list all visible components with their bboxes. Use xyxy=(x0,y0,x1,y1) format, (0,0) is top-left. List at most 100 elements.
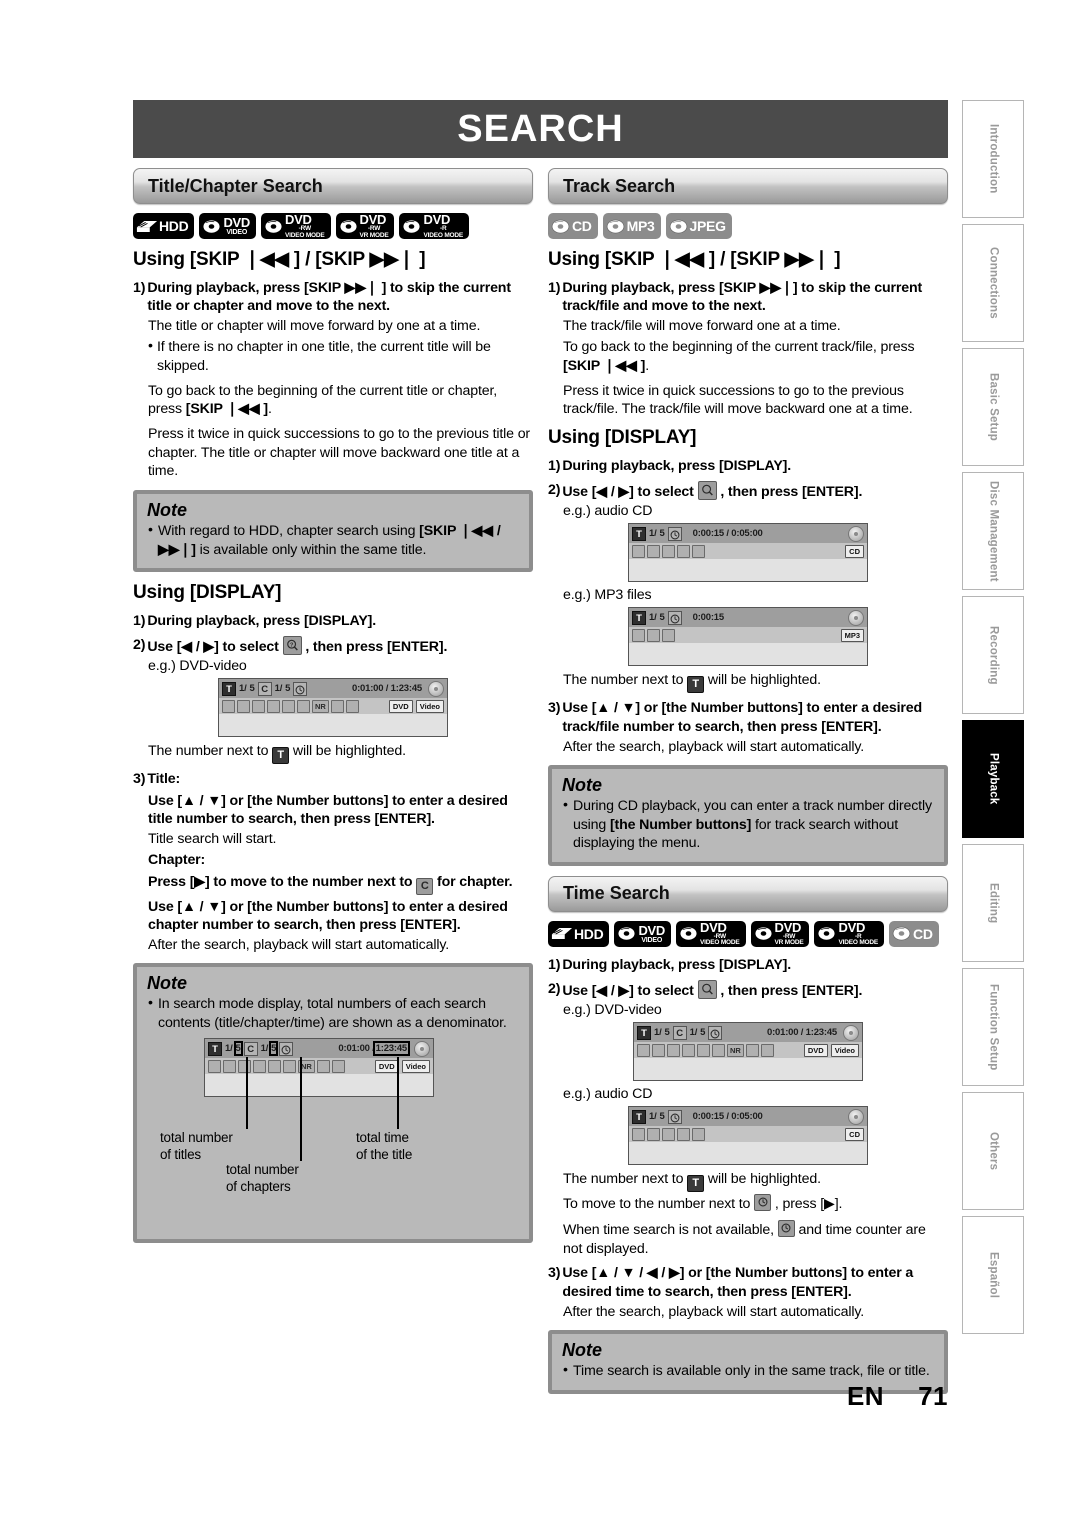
clock-icon xyxy=(667,610,682,625)
osd-preview-mp3-wrap: T 1/ 5 0:00:15 MP3 xyxy=(548,607,948,667)
note-item: In search mode display, total numbers of… xyxy=(147,994,519,1032)
sidebar-tab-recording[interactable]: Recording xyxy=(962,596,1024,714)
text-a: Use [◀ / ▶] to select xyxy=(562,982,698,999)
text-a: The number next to xyxy=(563,1171,688,1188)
disc-icon xyxy=(617,926,636,941)
note-box-denominator: Note In search mode display, total numbe… xyxy=(133,963,533,1244)
leader-line-titles xyxy=(246,1057,248,1130)
sidebar-tab-function-setup[interactable]: Function Setup xyxy=(962,968,1024,1086)
osd-tags: DVD Video xyxy=(388,699,444,713)
sidebar-tab-basic-setup[interactable]: Basic Setup xyxy=(962,348,1024,466)
equalizer-icon xyxy=(677,544,690,558)
search-magnifier-icon xyxy=(222,699,235,713)
sidebar-tab-espanol[interactable]: Español xyxy=(962,1216,1024,1334)
note-list: Time search is available only in the sam… xyxy=(562,1361,934,1380)
disc-icon xyxy=(669,219,688,234)
subtitle-icon xyxy=(667,1043,680,1057)
tag-video: Video xyxy=(830,1043,859,1057)
text-b: , then press [ENTER]. xyxy=(716,484,863,501)
section-track-search: Track Search xyxy=(548,168,948,204)
clock-icon xyxy=(667,526,682,541)
noise-reduction-icon: NR xyxy=(727,1043,744,1057)
search-magnifier-icon xyxy=(637,1043,650,1057)
tab-label: Connections xyxy=(987,247,1000,319)
osd-panel-cd: T 1/ 5 0:00:15 / 0:05:00 CD xyxy=(628,1106,868,1166)
step-number: 2) xyxy=(133,637,146,654)
paragraph-move-to-clock: To move to the number next to , press [▶… xyxy=(563,1194,948,1214)
osd-panel-dvd: T 1/ 5 C 1/ 5 0:01:00 / 1:23:45 NR DVD V… xyxy=(218,678,448,738)
note-title: Note xyxy=(147,973,187,994)
osd-blank-area xyxy=(629,1142,867,1165)
osd-blank-area xyxy=(634,1058,862,1081)
track-current: 1/ xyxy=(649,612,657,624)
track-total: 5 xyxy=(659,612,665,624)
disc-status-icon xyxy=(428,680,444,697)
tab-label: Recording xyxy=(987,625,1000,685)
paragraph-forward: The track/file will move forward one at … xyxy=(563,318,841,335)
sidebar-tab-connections[interactable]: Connections xyxy=(962,224,1024,342)
title-indicator-icon: T xyxy=(272,747,290,765)
list-item: If there is no chapter in one title, the… xyxy=(148,337,533,375)
time-counter: 0:01:00 / 1:23:45 xyxy=(766,1027,837,1039)
osd-tags: CD xyxy=(845,544,864,558)
step-3: 3) Use [▲ / ▼] or [the Number buttons] t… xyxy=(548,699,948,735)
repeat-icon xyxy=(282,699,295,713)
disc-icon xyxy=(606,219,625,234)
tab-label: Playback xyxy=(987,753,1000,805)
osd-row-icons: CD xyxy=(629,543,867,560)
note-list: With regard to HDD, chapter search using… xyxy=(147,521,519,559)
sidebar-tab-others[interactable]: Others xyxy=(962,1092,1024,1210)
page-header-bar: SEARCH xyxy=(133,100,948,158)
chapter-indicator-icon: C xyxy=(672,1025,687,1040)
osd-preview-cd-wrap: T 1/ 5 0:00:15 / 0:05:00 CD xyxy=(548,1106,948,1166)
equalizer-icon xyxy=(297,699,310,713)
badge-cd: CD xyxy=(548,213,598,239)
osd-row-top: T 1/ 5 0:00:15 / 0:05:00 xyxy=(629,1107,867,1127)
step-number: 2) xyxy=(548,980,561,997)
sidebar-tab-playback[interactable]: Playback xyxy=(962,720,1024,838)
text-c: . xyxy=(268,401,272,418)
sidebar-tab-introduction[interactable]: Introduction xyxy=(962,100,1024,218)
sidebar-tab-disc-management[interactable]: Disc Management xyxy=(962,472,1024,590)
step-number: 3) xyxy=(133,771,146,788)
section-heading: Time Search xyxy=(563,883,670,904)
tag-dvd: DVD xyxy=(374,1059,399,1073)
badge-jpeg: JPEG xyxy=(665,213,732,239)
osd-row-icons: NR DVD Video xyxy=(219,698,447,715)
step-text: During playback, press [DISPLAY]. xyxy=(562,458,792,475)
subtitle-icon xyxy=(238,1059,251,1073)
badge-dvd-rw-vr-mode: DVD -RW VR MODE xyxy=(750,920,810,947)
title-indicator-icon: T xyxy=(632,1109,646,1124)
osd-panel-cd: T 1/ 5 0:00:15 / 0:05:00 CD xyxy=(628,523,868,583)
repeat-icon xyxy=(268,1059,281,1073)
text-b: , then press [ENTER]. xyxy=(301,639,448,656)
right-column: Track Search CD MP3 JPEG Using [SKIP ❘◀◀… xyxy=(548,168,948,1404)
clock-icon xyxy=(293,681,308,696)
tag-cd: CD xyxy=(845,544,864,558)
annotation-total-chapters: total number of chapters xyxy=(226,1162,299,1195)
marker-icon xyxy=(331,1059,345,1073)
paragraph-twice: Press it twice in quick successions to g… xyxy=(563,382,913,418)
section-heading: Title/Chapter Search xyxy=(148,175,323,196)
time-step-1: 1) During playback, press [DISPLAY]. xyxy=(548,956,948,974)
step-1: 1) During playback, press [SKIP ▶▶❘ ] to… xyxy=(133,279,533,315)
text-a: When time search is not available, xyxy=(563,1221,778,1238)
disc-status-icon xyxy=(848,1108,864,1125)
sidebar-tab-editing[interactable]: Editing xyxy=(962,844,1024,962)
step-text: Use [◀ / ▶] to select , then press [ENTE… xyxy=(562,481,948,501)
step-number: 1) xyxy=(548,280,561,296)
step-label-title: Title: xyxy=(147,771,181,788)
note-list: During CD playback, you can enter a trac… xyxy=(562,796,934,852)
paragraph-unavailable: When time search is not available, and t… xyxy=(563,1219,948,1258)
heading-using-display: Using [DISPLAY] xyxy=(548,427,697,449)
text-a: With regard to HDD, chapter search using xyxy=(158,523,420,540)
tag-video: Video xyxy=(415,699,444,713)
time-step-3: 3) Use [▲ / ▼ / ◀ / ▶] or [the Number bu… xyxy=(548,1264,948,1300)
step-number: 2) xyxy=(548,482,561,499)
text-b: will be highlighted. xyxy=(704,672,821,689)
osd-preview-cd-wrap: T 1/ 5 0:00:15 / 0:05:00 CD xyxy=(548,523,948,583)
note-title: Note xyxy=(562,1340,602,1361)
osd-row-icons: MP3 xyxy=(629,627,867,644)
step3-title-after: Title search will start. xyxy=(148,830,277,847)
clock-icon xyxy=(279,1041,294,1056)
